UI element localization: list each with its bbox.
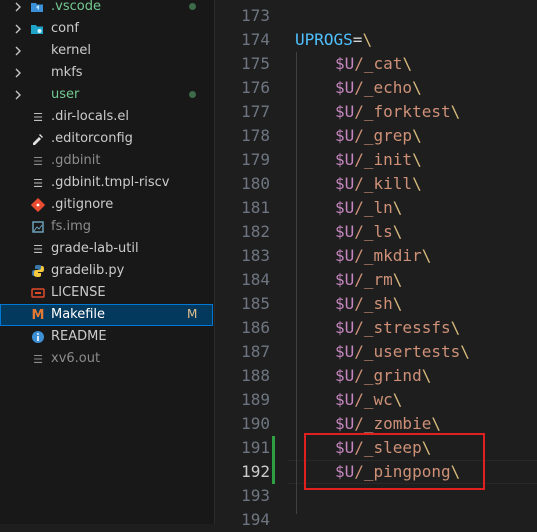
file-lines-icon: ☰ (33, 176, 43, 190)
code-line[interactable]: $U/_wc\ (335, 388, 402, 412)
image-file-icon (31, 220, 45, 234)
makefile-icon: M (31, 307, 45, 323)
code-line[interactable]: $U/_grep\ (335, 124, 422, 148)
explorer-item-label: .vscode (51, 0, 101, 14)
explorer-item-label: .dir-locals.el (51, 109, 130, 124)
line-number: 186 (241, 318, 270, 337)
code-line[interactable]: $U/_forktest\ (335, 100, 460, 124)
code-line[interactable]: $U/_mkdir\ (335, 244, 431, 268)
python-icon (31, 264, 45, 278)
code-line[interactable]: $U/_kill\ (335, 172, 422, 196)
explorer-sidebar: .vscode conf kernel mkfs user ☰ .dir-locals.el… (0, 0, 215, 524)
explorer-item-label: fs.img (51, 219, 92, 234)
line-number: 190 (241, 414, 270, 433)
chevron-right-icon[interactable] (12, 1, 24, 13)
info-icon (31, 330, 45, 344)
explorer-item-label: conf (51, 21, 79, 36)
explorer-item-label: mkfs (51, 65, 83, 80)
line-number: 188 (241, 366, 270, 385)
explorer-item-label: README (51, 329, 107, 344)
line-number: 189 (241, 390, 270, 409)
explorer-item-label: .gdbinit.tmpl-riscv (51, 175, 170, 190)
explorer-file-editorconfig[interactable]: .editorconfig (0, 128, 213, 150)
explorer-item-label: grade-lab-util (51, 241, 139, 256)
line-number: 174 (241, 30, 270, 49)
code-line[interactable]: $U/_ls\ (335, 220, 402, 244)
line-number: 184 (241, 270, 270, 289)
line-number: 183 (241, 246, 270, 265)
explorer-item-label: kernel (51, 43, 92, 58)
explorer-file-license[interactable]: LICENSE (0, 282, 213, 304)
line-number: 178 (241, 126, 270, 145)
explorer-file-fs-img[interactable]: fs.img (0, 216, 213, 238)
code-line[interactable]: $U/_cat\ (335, 52, 412, 76)
line-number: 179 (241, 150, 270, 169)
line-number: 180 (241, 174, 270, 193)
explorer-file-dir-locals-el[interactable]: ☰ .dir-locals.el (0, 106, 213, 128)
explorer-item-label: .editorconfig (51, 131, 133, 146)
explorer-file-gradelib-py[interactable]: gradelib.py (0, 260, 213, 282)
explorer-item-label: user (51, 87, 80, 102)
code-line[interactable]: $U/_stressfs\ (335, 316, 460, 340)
explorer-folder-conf[interactable]: conf (0, 18, 213, 40)
line-number: 173 (241, 6, 270, 25)
line-number: 185 (241, 294, 270, 313)
git-icon (31, 198, 45, 212)
git-modified-badge: M (187, 307, 198, 321)
indent-guide (296, 52, 297, 514)
explorer-folder-vscode[interactable]: .vscode (0, 0, 213, 18)
file-lines-icon: ☰ (33, 242, 43, 256)
explorer-item-label: Makefile (51, 307, 106, 322)
line-number: 175 (241, 54, 270, 73)
file-lines-icon: ☰ (33, 154, 43, 168)
chevron-right-icon[interactable] (12, 89, 24, 101)
explorer-item-label: gradelib.py (51, 263, 125, 278)
line-number: 192 (241, 462, 270, 481)
explorer-file-gitignore[interactable]: .gitignore (0, 194, 213, 216)
git-status-dot (189, 91, 196, 98)
chevron-right-icon[interactable] (12, 67, 24, 79)
explorer-file-gdbinit[interactable]: ☰ .gdbinit (0, 150, 213, 172)
code-line[interactable]: $U/_ln\ (335, 196, 402, 220)
explorer-file-grade-lab-util[interactable]: ☰ grade-lab-util (0, 238, 213, 260)
explorer-file-readme[interactable]: README (0, 326, 213, 348)
code-line[interactable]: $U/_usertests\ (335, 340, 470, 364)
file-lines-icon: ☰ (33, 110, 43, 124)
line-number: 176 (241, 78, 270, 97)
code-line[interactable]: $U/_rm\ (335, 268, 402, 292)
line-number: 187 (241, 342, 270, 361)
explorer-item-label: .gdbinit (51, 153, 101, 168)
vscode-folder-icon (30, 0, 44, 14)
line-number: 194 (241, 510, 270, 529)
license-icon (31, 286, 45, 300)
code-line[interactable]: $U/_init\ (335, 148, 422, 172)
git-status-dot (189, 3, 196, 10)
explorer-item-label: .gitignore (51, 197, 114, 212)
explorer-item-label: xv6.out (51, 351, 101, 366)
line-number: 193 (241, 486, 270, 505)
line-number: 177 (241, 102, 270, 121)
config-folder-icon (30, 22, 44, 36)
explorer-item-label: LICENSE (51, 285, 106, 300)
file-lines-icon: ☰ (33, 352, 43, 366)
explorer-file-makefile[interactable]: M Makefile M (0, 304, 213, 326)
line-number: 191 (241, 438, 270, 457)
explorer-folder-kernel[interactable]: kernel (0, 40, 213, 62)
explorer-folder-user[interactable]: user (0, 84, 213, 106)
explorer-file-gdbinit-tmpl-riscv[interactable]: ☰ .gdbinit.tmpl-riscv (0, 172, 213, 194)
chevron-right-icon[interactable] (12, 23, 24, 35)
highlight-annotation-box (304, 433, 485, 490)
chevron-right-icon[interactable] (12, 45, 24, 57)
editorconfig-icon (31, 132, 45, 146)
code-line[interactable]: $U/_echo\ (335, 76, 422, 100)
line-number: 182 (241, 222, 270, 241)
git-added-indicator (272, 460, 275, 484)
explorer-file-xv6-out[interactable]: ☰ xv6.out (0, 348, 213, 370)
code-line[interactable]: UPROGS=\ (295, 28, 372, 52)
line-number: 181 (241, 198, 270, 217)
code-line[interactable]: $U/_grind\ (335, 364, 431, 388)
explorer-folder-mkfs[interactable]: mkfs (0, 62, 213, 84)
git-added-indicator (272, 436, 275, 460)
code-line[interactable]: $U/_sh\ (335, 292, 402, 316)
